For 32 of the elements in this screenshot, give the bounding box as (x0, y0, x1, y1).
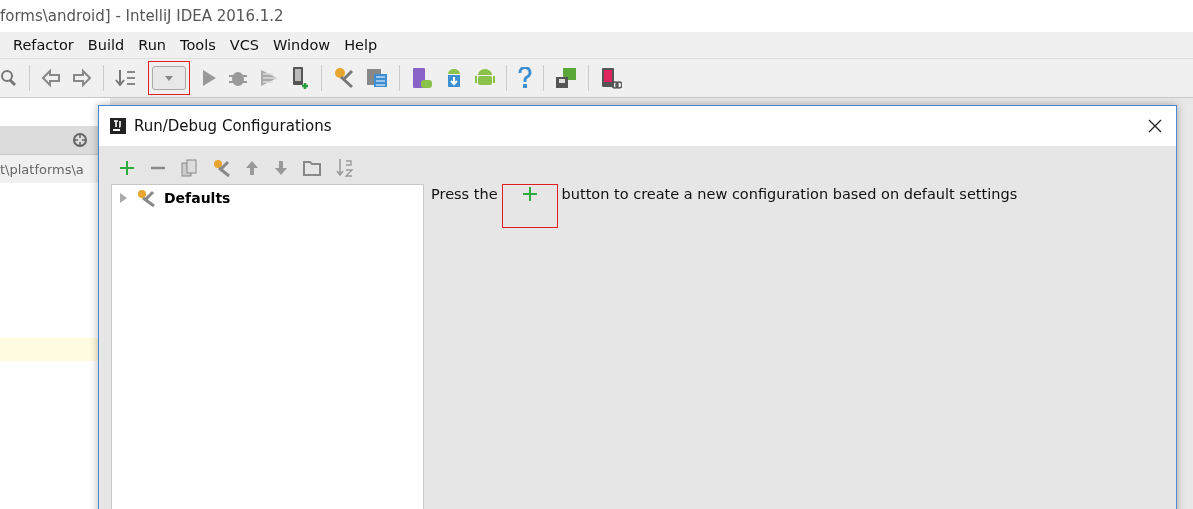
add-icon[interactable] (119, 160, 135, 176)
menu-item[interactable]: Build (80, 37, 132, 53)
close-icon[interactable] (1148, 119, 1162, 133)
menu-item[interactable]: VCS (222, 37, 267, 53)
tree-item[interactable]: Defaults (112, 187, 423, 209)
back-arrow-icon[interactable] (41, 68, 61, 88)
file-path: t\platforms\a (0, 161, 84, 177)
run-configuration-dropdown[interactable] (148, 61, 190, 95)
caret-icon (165, 75, 173, 81)
help-icon[interactable] (518, 67, 532, 89)
folder-icon[interactable] (303, 160, 321, 176)
menu-item[interactable]: Run (131, 37, 174, 53)
move-down-icon[interactable] (274, 160, 288, 176)
forward-arrow-icon[interactable] (72, 68, 92, 88)
move-up-icon[interactable] (245, 160, 259, 176)
search-icon[interactable] (0, 67, 18, 89)
menu-item[interactable]: Help (337, 37, 385, 53)
window-title: forms\android] - IntelliJ IDEA 2016.1.2 (0, 7, 284, 25)
expand-arrow-icon[interactable] (118, 193, 128, 203)
menu-item[interactable]: Refactor (6, 37, 81, 53)
play-icon[interactable] (201, 68, 217, 88)
dialog-title: Run/Debug Configurations (134, 117, 333, 135)
menu-item[interactable]: Tools (173, 37, 223, 53)
message-text: Press the (431, 186, 498, 202)
message-text: button to create a new configuration based on default settings (561, 186, 1018, 202)
copy-icon[interactable] (181, 159, 197, 177)
menu-item[interactable]: Window (266, 37, 338, 53)
tree-label: Defaults (164, 190, 231, 206)
crosshair-icon[interactable] (72, 132, 88, 148)
app-logo-icon (110, 118, 126, 134)
phone-icon[interactable] (290, 66, 310, 90)
sort-icon[interactable] (336, 158, 354, 178)
